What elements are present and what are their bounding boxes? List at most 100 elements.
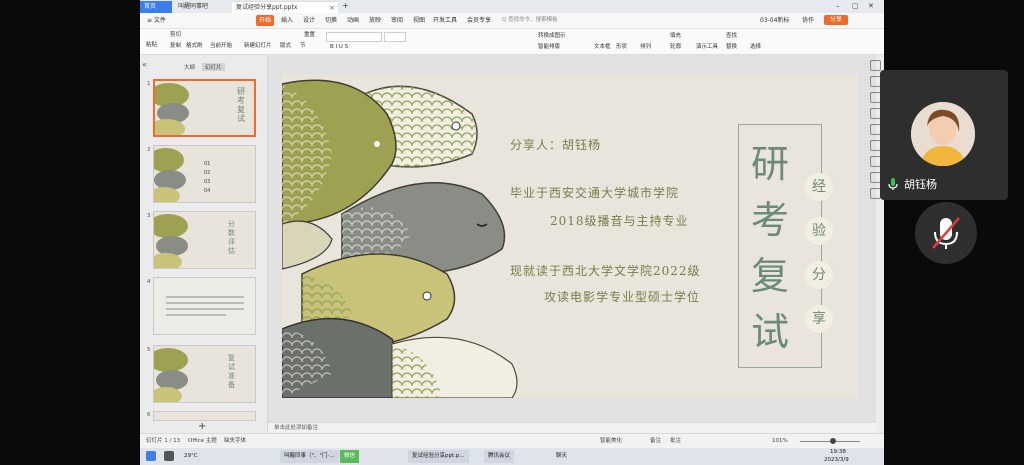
current-slide[interactable]: 分享人：胡钰杨 毕业于西安交通大学城市学院 2018级播音与主持专业 现就读于西… [282, 74, 858, 398]
collapse-panel-icon[interactable]: « [142, 60, 147, 69]
cut-button[interactable]: 剪切 [170, 31, 181, 39]
badge-circle: 享 [805, 305, 833, 333]
theme-name: Office 主题 [188, 438, 217, 444]
view-mode-buttons[interactable] [698, 437, 734, 445]
thumb-fish-art [154, 214, 188, 268]
new-tab-button[interactable]: + [342, 1, 349, 10]
menu-review[interactable]: 审阅 [388, 15, 406, 26]
badge-circle: 经 [805, 173, 833, 201]
sync-status[interactable]: 03-04新标 [760, 15, 789, 26]
zoom-level[interactable]: 101% [772, 437, 788, 445]
participant-name: 胡钰杨 [904, 178, 937, 191]
slide-thumbnail-6[interactable] [153, 411, 256, 421]
presenter-text: 分享人：胡钰杨 [510, 138, 602, 152]
search-icon[interactable] [164, 451, 174, 461]
tab-outline[interactable]: 大纲 [184, 63, 195, 71]
outline-button[interactable]: 轮廓 [670, 43, 681, 51]
tab-document-1[interactable]: 叫醒同事吧 [174, 1, 230, 13]
weather-widget[interactable]: 29°C [184, 450, 198, 463]
close-window-button[interactable]: ✕ [868, 0, 874, 12]
menu-view[interactable]: 视图 [410, 15, 428, 26]
zoom-slider-handle[interactable] [830, 438, 836, 444]
badge-circle: 验 [805, 217, 833, 245]
notes-toggle[interactable]: 备注 [650, 437, 661, 445]
bio-line-4: 攻读电影学专业型硕士学位 [544, 290, 701, 304]
mic-muted-icon [932, 217, 960, 249]
present-tools-button[interactable]: 演示工具 [696, 43, 718, 51]
menu-member[interactable]: 会员专享 [464, 15, 494, 26]
play-from-current-button[interactable]: 当前开始 [210, 42, 232, 50]
text-box-button[interactable]: 文本框 [594, 43, 611, 51]
title-frame: 研 考 复 试 经 验 分 享 [738, 124, 833, 368]
paste-button[interactable]: 粘贴 [146, 41, 157, 49]
thumb-number: 2 [147, 147, 151, 153]
menu-design[interactable]: 设计 [300, 15, 318, 26]
mic-active-icon [886, 176, 900, 190]
taskbar-tencent-meeting[interactable]: 腾讯会议 [484, 450, 515, 463]
format-painter-button[interactable]: 格式刷 [186, 42, 203, 50]
select-button[interactable]: 选择 [750, 43, 761, 51]
avatar [911, 102, 975, 166]
add-slide-button[interactable]: + [198, 421, 206, 432]
thumb-fish-art [154, 348, 188, 402]
side-tool-icon[interactable] [870, 60, 881, 71]
thumb-text-line [166, 296, 244, 298]
title-char: 考 [751, 198, 790, 242]
slide-thumbnail-panel: « 大纲 幻灯片 1 研考复试 2 01 02 03 04 3 分数评估 4 5… [140, 55, 268, 433]
menu-developer[interactable]: 开发工具 [430, 15, 460, 26]
slide-thumbnail-3[interactable]: 分数评估 [153, 211, 256, 269]
font-style-buttons[interactable]: B I U S [330, 43, 348, 51]
smart-beautify-button[interactable]: 智能美化 [600, 437, 622, 445]
copy-button[interactable]: 复制 [170, 42, 181, 50]
thumb-title: 研考复试 [237, 87, 245, 123]
find-button[interactable]: 查找 [726, 32, 737, 40]
shape-button[interactable]: 形状 [616, 43, 627, 51]
slide-thumbnail-2[interactable]: 01 02 03 04 [153, 145, 256, 203]
convert-smartart-button[interactable]: 转换成图示 [538, 32, 566, 40]
menu-animation[interactable]: 动画 [344, 15, 362, 26]
participant-video-card[interactable]: 胡钰杨 [880, 70, 1008, 200]
maximize-button[interactable]: ▢ [852, 0, 859, 12]
taskbar-ppt[interactable]: 复试经验分享ppt.p... [408, 450, 469, 463]
tab-home[interactable]: 首页 [140, 1, 172, 13]
missing-font-button[interactable]: 缺失字体 [224, 437, 246, 445]
taskbar-wechat[interactable]: 微信 [340, 450, 360, 463]
slide-thumbnail-1[interactable]: 研考复试 [153, 79, 256, 137]
layout-button[interactable]: 版式 [280, 42, 291, 50]
font-name-select[interactable] [326, 32, 382, 42]
notes-area[interactable]: 单击此处添加备注 [268, 422, 876, 433]
menu-slideshow[interactable]: 放映 [366, 15, 384, 26]
tab-slides[interactable]: 幻灯片 [202, 63, 225, 71]
fill-button[interactable]: 填充 [670, 32, 681, 40]
taskbar-app-1[interactable]: 叫醒同事（"、"门·... [280, 450, 339, 463]
share-button[interactable]: 分享 [824, 15, 848, 25]
slide-thumbnail-4[interactable] [153, 277, 256, 335]
section-button[interactable]: 节 [300, 42, 306, 50]
menu-insert[interactable]: 插入 [278, 15, 296, 26]
thumb-title: 分数评估 [228, 220, 235, 255]
taskbar-chat[interactable]: 聊天 [552, 450, 571, 463]
font-size-select[interactable] [384, 32, 406, 42]
file-menu[interactable]: ≡ 文件 [144, 15, 169, 26]
smart-layout-button[interactable]: 智能排版 [538, 43, 560, 51]
comment-toggle[interactable]: 批注 [670, 437, 681, 445]
reset-button[interactable]: 重置 [304, 31, 315, 39]
minimize-button[interactable]: – [836, 0, 840, 12]
start-icon[interactable] [146, 451, 156, 461]
clock-time: 19:38 [830, 449, 846, 455]
menu-start[interactable]: 开始 [256, 15, 275, 26]
tab-active-document[interactable]: 复试经验分享ppt.pptx × [232, 1, 338, 13]
replace-button[interactable]: 替换 [726, 43, 737, 51]
ribbon-toolbar: 粘贴 剪切 复制 格式刷 当前开始 新建幻灯片 版式 节 重置 B I U S … [140, 29, 884, 55]
menu-bar: ≡ 文件 开始 插入 设计 切换 动画 放映 审阅 视图 开发工具 会员专享 Q… [140, 13, 884, 29]
command-search-input[interactable]: Q 查找命令、搜索模板 [502, 15, 562, 25]
mute-toggle-button[interactable] [915, 202, 977, 264]
collab-button[interactable]: 协作 [802, 15, 814, 26]
thumb-number: 3 [147, 213, 151, 219]
menu-transition[interactable]: 切换 [322, 15, 340, 26]
arrange-button[interactable]: 排列 [640, 43, 651, 51]
slide-thumbnail-5[interactable]: 复试准备 [153, 345, 256, 403]
new-slide-button[interactable]: 新建幻灯片 [244, 42, 272, 50]
thumb-number: 4 [147, 279, 151, 285]
bio-line-3: 现就读于西北大学文学院2022级 [510, 264, 701, 278]
